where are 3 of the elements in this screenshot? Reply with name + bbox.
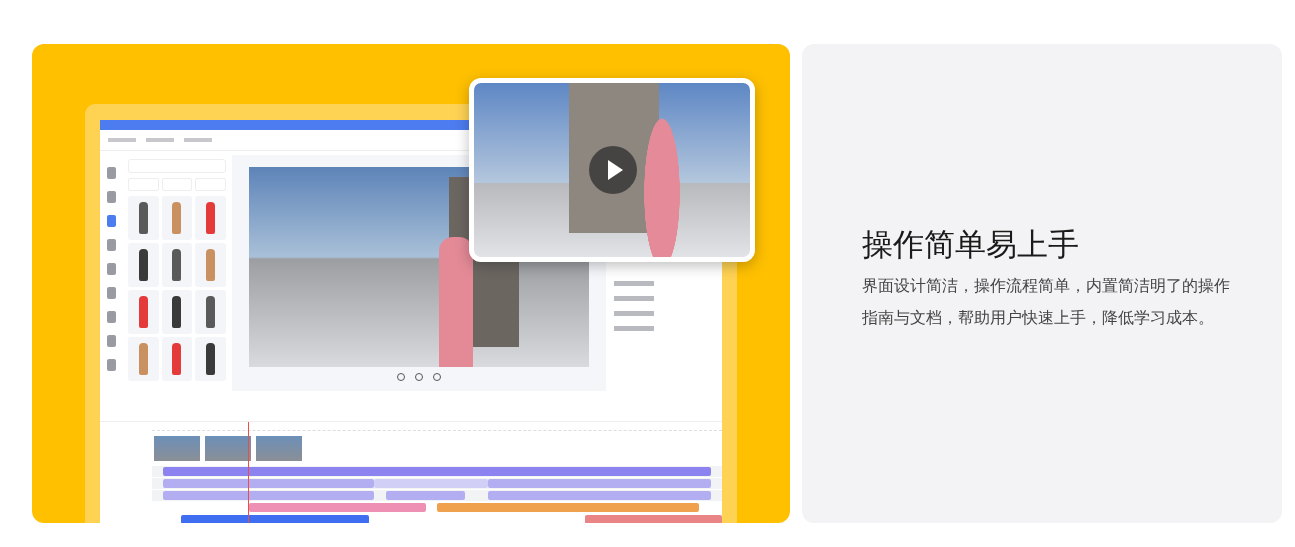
feature-title: 操作简单易上手: [862, 224, 1080, 264]
play-icon[interactable]: [589, 146, 637, 194]
feature-description: 界面设计简洁，操作流程简单，内置简洁明了的操作指南与文档，帮助用户快速上手，降低学习成本。: [862, 274, 1230, 329]
